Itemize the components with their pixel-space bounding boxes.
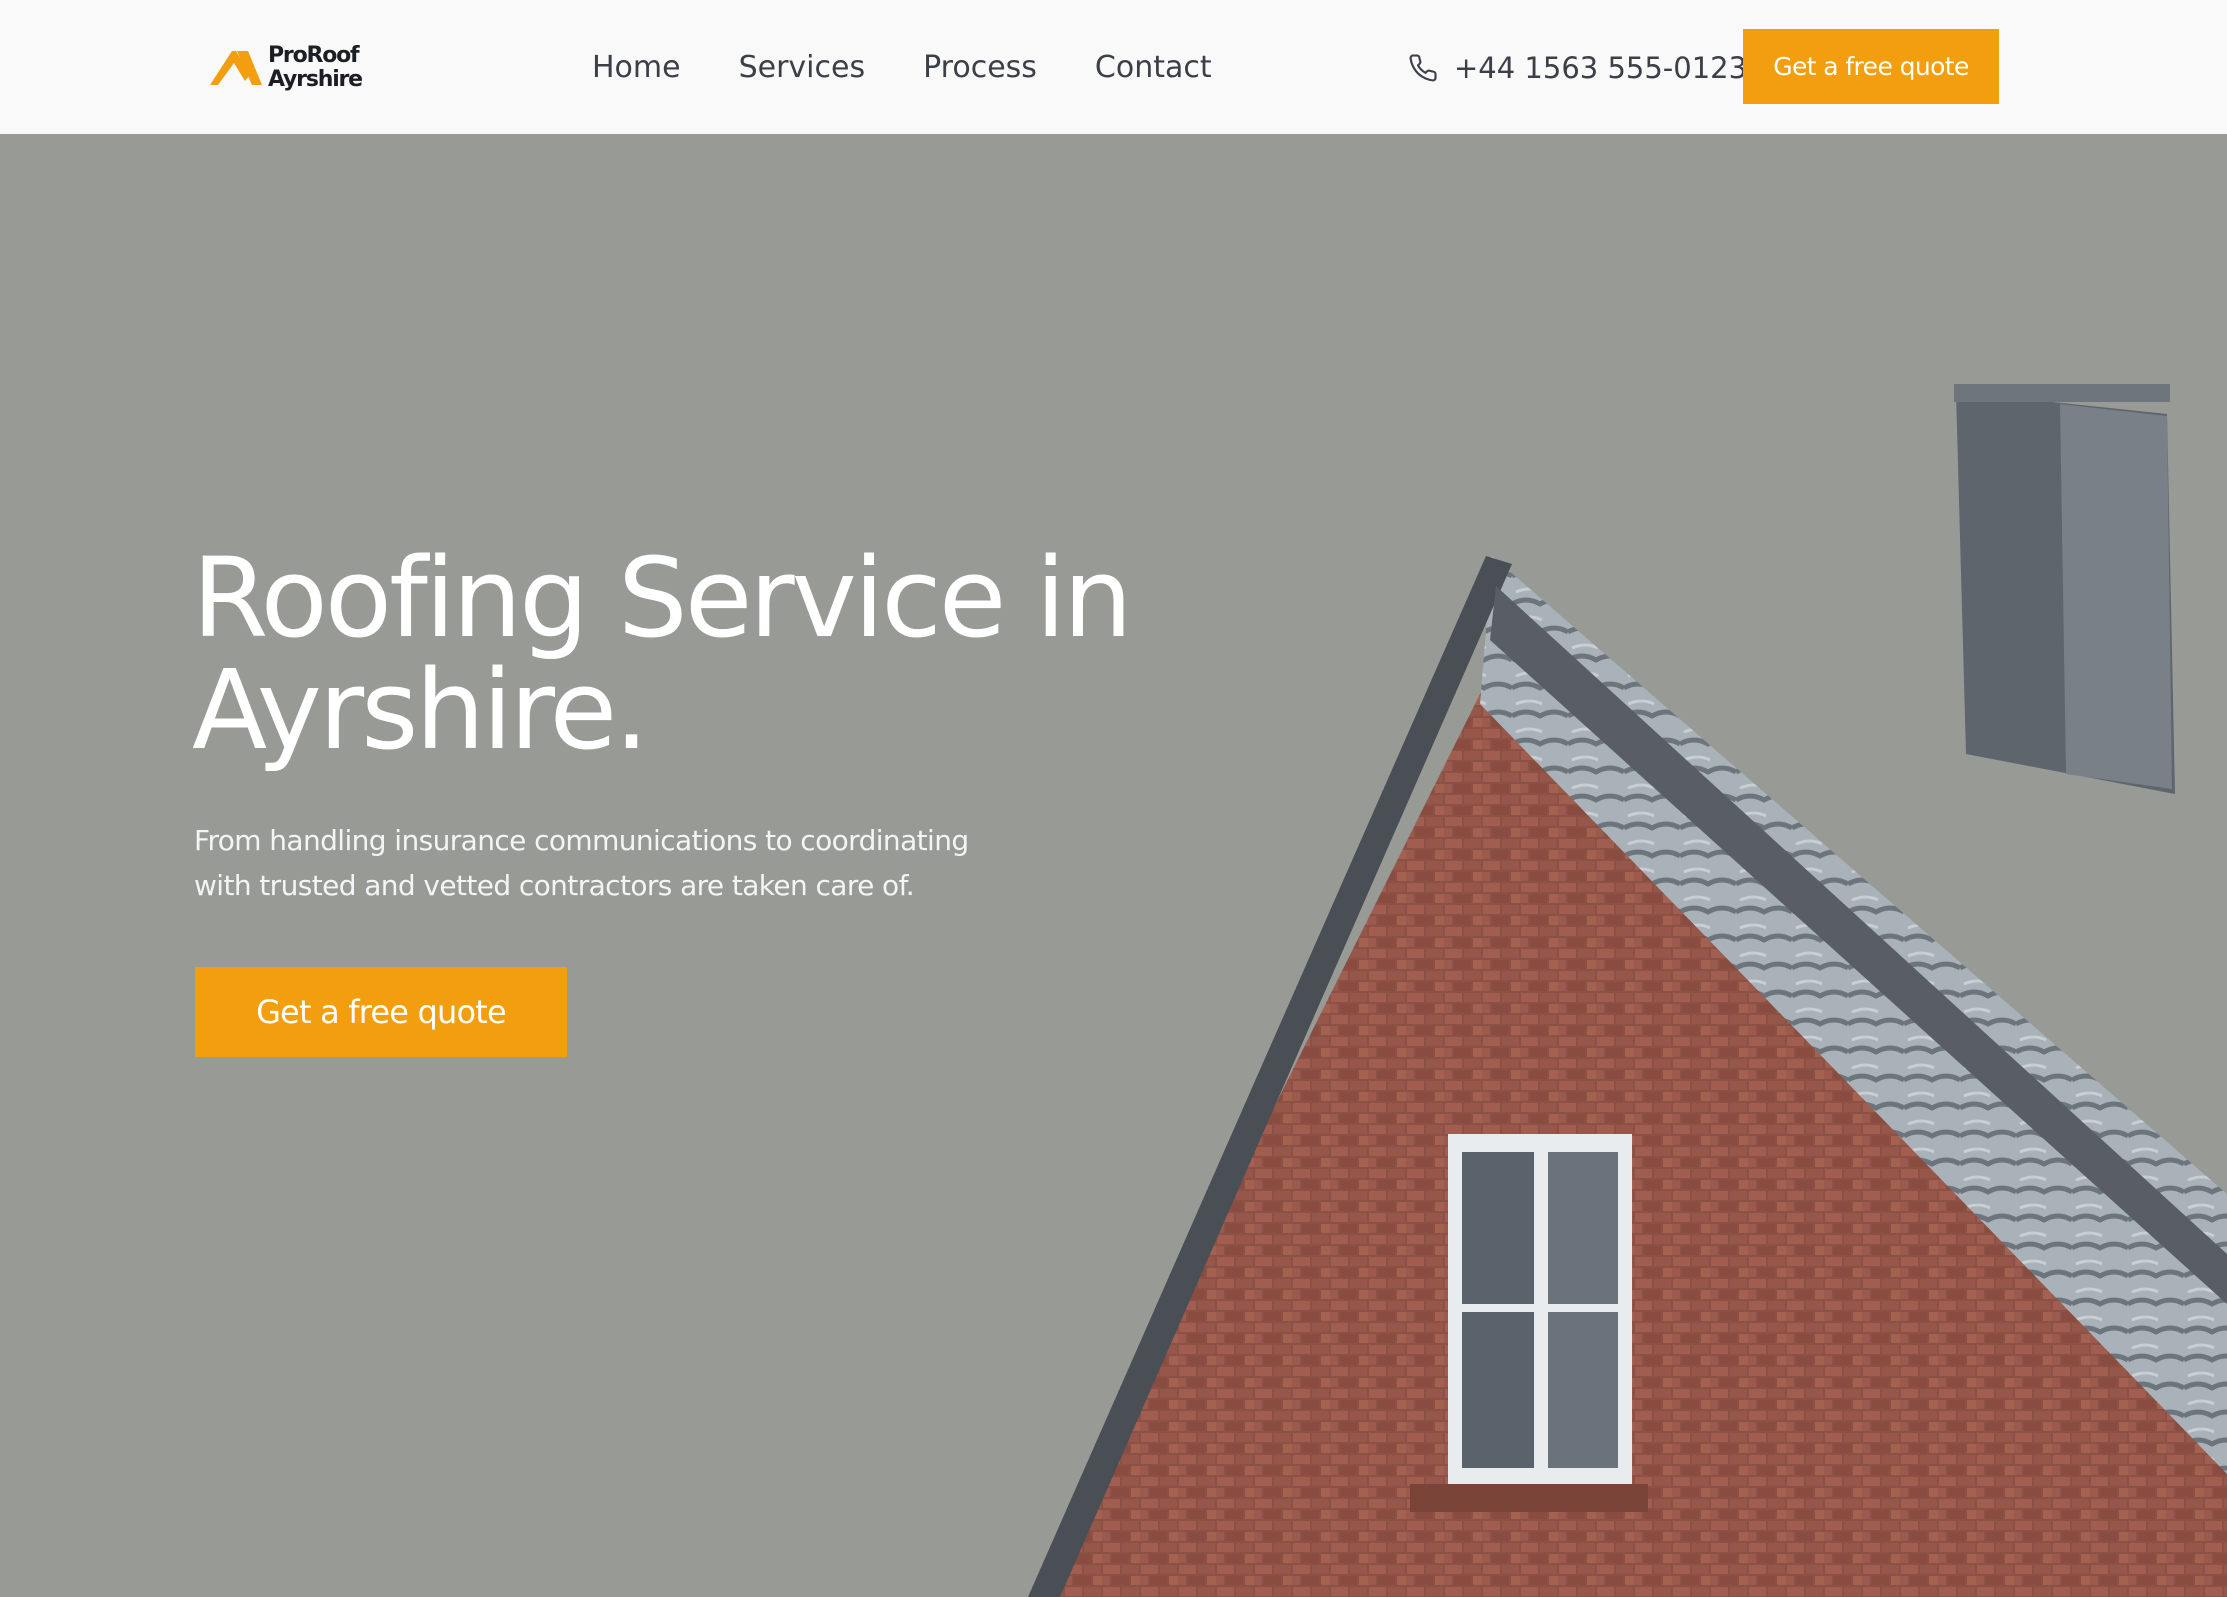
hero-section: Roofing Service in Ayrshire. From handli… xyxy=(0,134,2227,1597)
nav-link-process[interactable]: Process xyxy=(923,50,1037,85)
brand-wordmark: ProRoof Ayrshire xyxy=(268,43,363,92)
nav-link-services[interactable]: Services xyxy=(739,50,866,85)
nav-link-home[interactable]: Home xyxy=(592,50,681,85)
site-header: ProRoof Ayrshire Home Services Process C… xyxy=(0,0,2227,134)
hero-get-quote-button[interactable]: Get a free quote xyxy=(195,967,567,1057)
phone-icon xyxy=(1409,54,1437,82)
main-nav: Home Services Process Contact xyxy=(592,44,1212,90)
header-get-quote-button[interactable]: Get a free quote xyxy=(1743,29,1999,104)
nav-link-contact[interactable]: Contact xyxy=(1095,50,1212,85)
hero-title: Roofing Service in Ayrshire. xyxy=(192,534,1133,774)
phone-link[interactable]: +44 1563 555-0123 xyxy=(1408,46,1747,90)
phone-number: +44 1563 555-0123 xyxy=(1454,51,1748,85)
brand-line-1: ProRoof xyxy=(268,43,360,68)
roof-logo-icon xyxy=(210,51,262,85)
hero-subtitle: From handling insurance communications t… xyxy=(194,824,969,902)
brand-line-2: Ayrshire xyxy=(268,67,363,92)
brand-logo[interactable]: ProRoof Ayrshire xyxy=(208,42,378,94)
